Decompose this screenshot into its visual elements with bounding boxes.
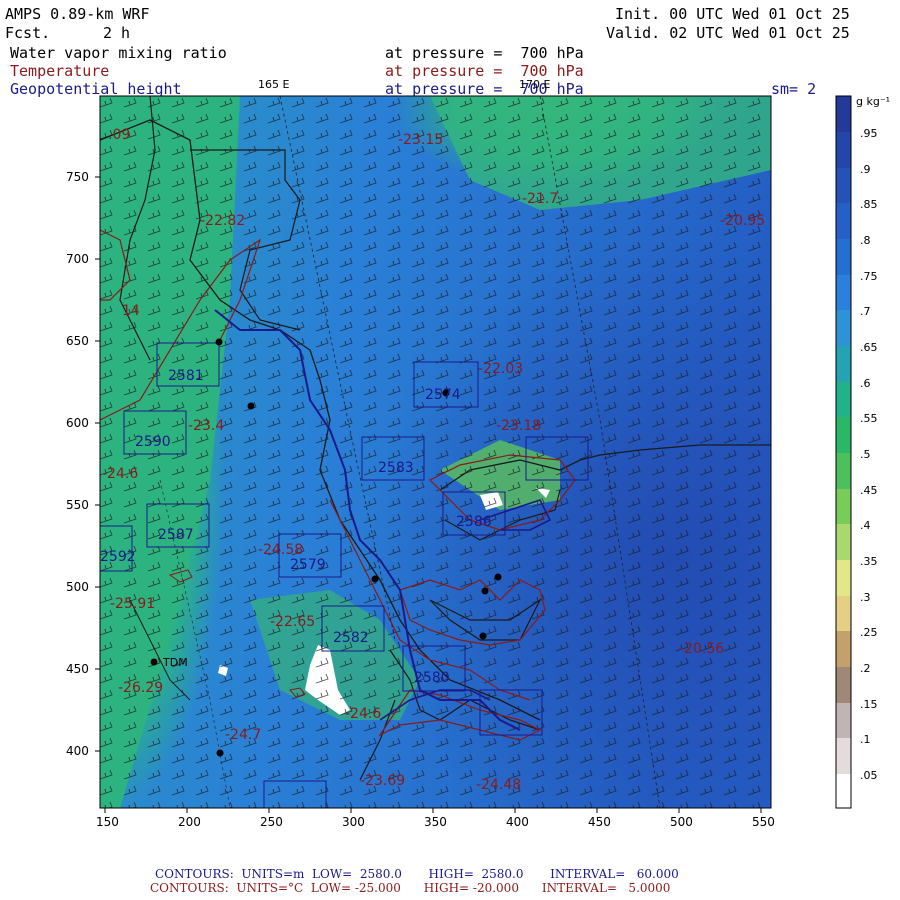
colorbar-label: .85 xyxy=(860,198,878,211)
height-label: 2580 xyxy=(414,670,450,686)
colorbar-label: .65 xyxy=(860,341,878,354)
colorbar-label: .7 xyxy=(860,305,871,318)
y-tick-label: 650 xyxy=(66,334,89,348)
colorbar-label: .3 xyxy=(860,591,871,604)
colorbar-label: .05 xyxy=(860,769,878,782)
temperature-label: -23.4 xyxy=(188,418,225,434)
temperature-label: -22.82 xyxy=(200,213,246,229)
colorbar-label: .8 xyxy=(860,234,871,247)
height-label: 2582 xyxy=(333,630,369,646)
x-tick-label: 350 xyxy=(424,815,447,829)
colorbar xyxy=(835,95,852,809)
temperature-label: -24.58 xyxy=(258,542,304,558)
height-label: 2583 xyxy=(378,460,414,476)
colorbar-label: .5 xyxy=(860,448,871,461)
y-tick-label: 600 xyxy=(66,416,89,430)
station-label: TDM xyxy=(163,656,188,669)
temperature-label: -24.6 xyxy=(102,466,139,482)
x-tick-label: 250 xyxy=(260,815,283,829)
temperature-label: -20.56 xyxy=(679,641,725,657)
temperature-label: -23.15 xyxy=(398,132,444,148)
colorbar-label: .25 xyxy=(860,626,878,639)
colorbar-label: .55 xyxy=(860,412,878,425)
x-tick-label: 550 xyxy=(752,815,775,829)
height-label: 2586 xyxy=(456,514,492,530)
height-label: 2587 xyxy=(158,527,194,543)
colorbar-label: .45 xyxy=(860,484,878,497)
colorbar-label: .4 xyxy=(860,519,871,532)
colorbar-label: .75 xyxy=(860,270,878,283)
colorbar-label: .2 xyxy=(860,662,871,675)
height-label: 2574 xyxy=(425,387,461,403)
temperature-label: -21.7 xyxy=(522,191,559,207)
colorbar-unit: g kg⁻¹ xyxy=(856,95,891,108)
colorbar-label: .9 xyxy=(860,163,871,176)
fragment-label: 14 xyxy=(122,303,140,319)
height-label: 2592 xyxy=(100,549,136,565)
x-tick-label: 400 xyxy=(506,815,529,829)
contour-summary-temperature: CONTOURS: UNITS=°C LOW= -25.000 HIGH= -2… xyxy=(150,881,671,895)
temperature-label: -25.91 xyxy=(110,596,156,612)
colorbar-label: .95 xyxy=(860,127,878,140)
height-label: 2579 xyxy=(290,557,326,573)
map-figure: AMPS 0.89-km WRF Fcst. 2 h Init. 00 UTC … xyxy=(0,0,900,900)
y-tick-label: 700 xyxy=(66,252,89,266)
x-tick-label: 200 xyxy=(178,815,201,829)
temperature-label: -24.7 xyxy=(225,727,262,743)
contour-summary-height: CONTOURS: UNITS=m LOW= 2580.0 HIGH= 2580… xyxy=(155,867,679,881)
height-label: 2581 xyxy=(168,368,204,384)
temperature-label: -22.65 xyxy=(270,614,316,630)
fragment-label: .09 xyxy=(108,127,131,143)
height-label: 2590 xyxy=(135,434,171,450)
x-tick-label: 500 xyxy=(670,815,693,829)
y-tick-label: 450 xyxy=(66,662,89,676)
y-tick-label: 400 xyxy=(66,744,89,758)
colorbar-label: .35 xyxy=(860,555,878,568)
temperature-label: -23.69 xyxy=(360,773,406,789)
colorbar-label: .6 xyxy=(860,377,871,390)
x-tick-label: 300 xyxy=(342,815,365,829)
colorbar-label: .1 xyxy=(860,733,871,746)
temperature-label: -24.6 xyxy=(345,706,382,722)
temperature-label: -23.18 xyxy=(496,418,542,434)
y-tick-label: 550 xyxy=(66,498,89,512)
temperature-label: -26.29 xyxy=(118,680,164,696)
x-tick-label: 150 xyxy=(96,815,119,829)
temperature-label: -22.03 xyxy=(478,361,524,377)
colorbar-label: .15 xyxy=(860,698,878,711)
temperature-label: -20.95 xyxy=(720,213,766,229)
map-panel xyxy=(95,95,852,813)
x-tick-label: 450 xyxy=(588,815,611,829)
y-tick-label: 750 xyxy=(66,170,89,184)
y-tick-label: 500 xyxy=(66,580,89,594)
temperature-label: -24.48 xyxy=(476,777,522,793)
